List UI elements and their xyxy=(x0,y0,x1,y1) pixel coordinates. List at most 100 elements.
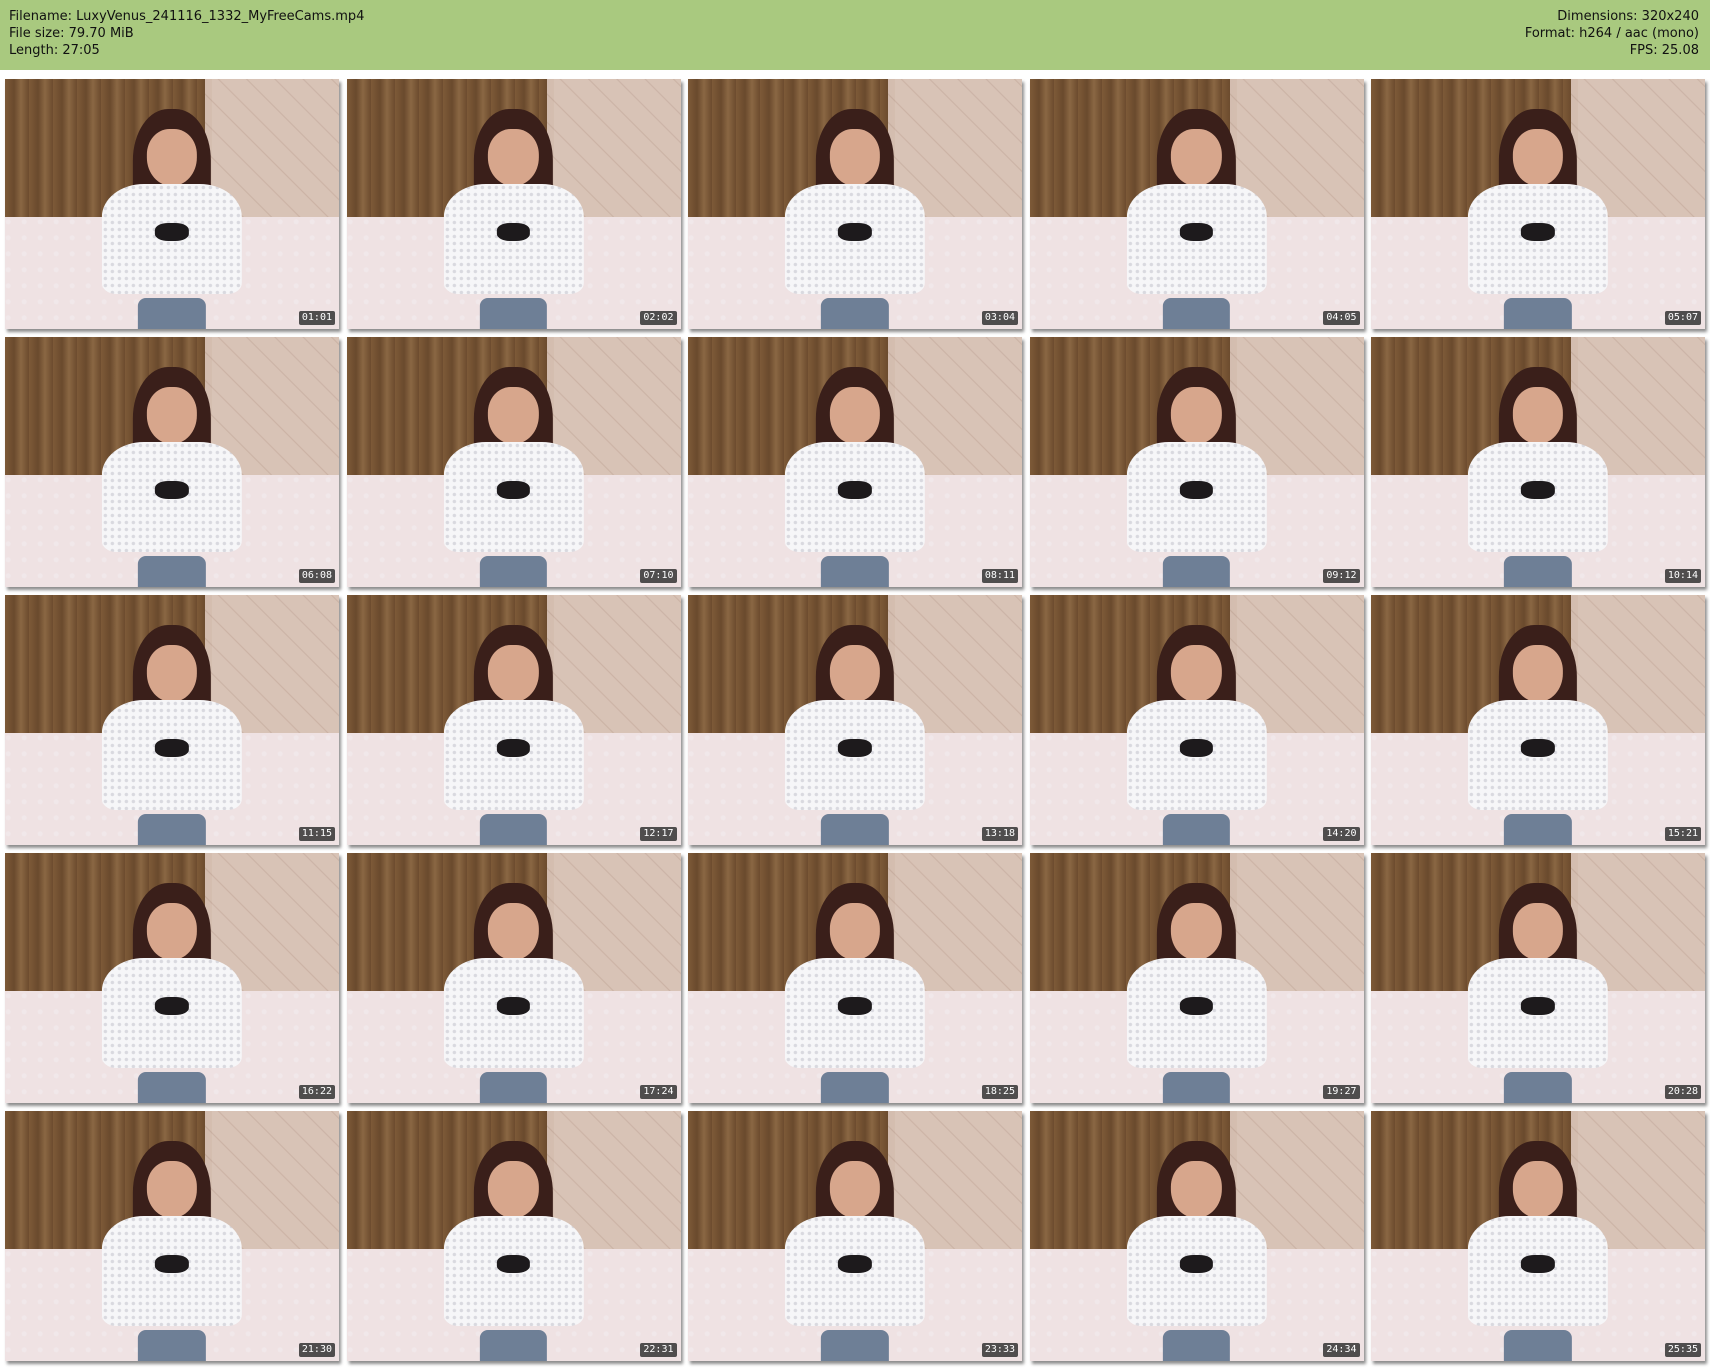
person-figure xyxy=(1126,367,1267,587)
figure-bra xyxy=(155,739,189,757)
person-figure xyxy=(101,883,243,1103)
video-thumbnail: 22:31 xyxy=(346,1111,681,1361)
figure-shorts xyxy=(1162,556,1231,587)
timestamp-badge: 14:20 xyxy=(1323,827,1360,841)
info-header: Filename: LuxyVenus_241116_1332_MyFreeCa… xyxy=(0,0,1710,70)
file-size-label: File size: 79.70 MiB xyxy=(9,26,134,41)
video-thumbnail: 03:04 xyxy=(688,79,1022,329)
figure-face xyxy=(488,644,539,702)
figure-bra xyxy=(155,1255,189,1273)
video-thumbnail: 05:07 xyxy=(1371,79,1705,329)
timestamp-badge: 11:15 xyxy=(298,827,335,841)
timestamp-badge: 05:07 xyxy=(1664,311,1701,325)
person-figure xyxy=(1467,883,1609,1103)
video-thumbnail: 20:28 xyxy=(1371,853,1705,1103)
timestamp-badge: 02:02 xyxy=(640,311,677,325)
figure-face xyxy=(1512,902,1564,960)
thumbnail-grid: 01:01 02:02 03:04 04:05 05:07 06:08 07:10 08:11… xyxy=(5,79,1705,1361)
video-thumbnail: 04:05 xyxy=(1029,79,1364,329)
person-figure xyxy=(1126,883,1267,1103)
figure-face xyxy=(146,1160,198,1218)
figure-bra xyxy=(155,481,189,499)
video-thumbnail: 25:35 xyxy=(1371,1111,1705,1361)
person-figure xyxy=(443,367,584,587)
video-thumbnail: 13:18 xyxy=(688,595,1022,845)
person-figure xyxy=(784,625,926,845)
person-figure xyxy=(101,1141,243,1361)
figure-shorts xyxy=(479,298,548,329)
figure-shorts xyxy=(1504,1330,1572,1361)
person-figure xyxy=(443,625,584,845)
figure-face xyxy=(829,1160,881,1218)
timestamp-badge: 25:35 xyxy=(1664,1343,1701,1357)
file-info: Filename: LuxyVenus_241116_1332_MyFreeCa… xyxy=(9,8,364,59)
figure-face xyxy=(146,386,198,444)
video-thumbnail: 18:25 xyxy=(688,853,1022,1103)
person-figure xyxy=(784,109,926,329)
video-thumbnail: 06:08 xyxy=(5,337,339,587)
figure-bra xyxy=(838,739,872,757)
figure-face xyxy=(1171,386,1222,444)
figure-bra xyxy=(838,997,872,1015)
person-figure xyxy=(1126,625,1267,845)
figure-shorts xyxy=(1162,1330,1231,1361)
figure-shorts xyxy=(479,556,548,587)
dimensions-label: Dimensions: 320x240 xyxy=(1557,9,1699,24)
timestamp-badge: 18:25 xyxy=(981,1085,1018,1099)
figure-bra xyxy=(838,1255,872,1273)
figure-shorts xyxy=(138,1072,206,1103)
figure-bra xyxy=(838,223,872,241)
figure-shorts xyxy=(821,1330,889,1361)
video-info: Dimensions: 320x240 Format: h264 / aac (… xyxy=(1525,8,1699,59)
figure-shorts xyxy=(138,814,206,845)
figure-bra xyxy=(496,997,531,1015)
timestamp-badge: 06:08 xyxy=(298,569,335,583)
figure-shorts xyxy=(1162,1072,1231,1103)
figure-bra xyxy=(155,997,189,1015)
figure-bra xyxy=(1179,481,1214,499)
figure-shorts xyxy=(1162,298,1231,329)
figure-shorts xyxy=(138,1330,206,1361)
person-figure xyxy=(101,109,243,329)
video-thumbnail: 17:24 xyxy=(346,853,681,1103)
figure-shorts xyxy=(1162,814,1231,845)
figure-bra xyxy=(1179,997,1214,1015)
person-figure xyxy=(443,883,584,1103)
timestamp-badge: 16:22 xyxy=(298,1085,335,1099)
figure-bra xyxy=(496,1255,531,1273)
timestamp-badge: 21:30 xyxy=(298,1343,335,1357)
figure-face xyxy=(488,1160,539,1218)
video-thumbnail: 08:11 xyxy=(688,337,1022,587)
timestamp-badge: 24:34 xyxy=(1323,1343,1360,1357)
person-figure xyxy=(784,883,926,1103)
video-thumbnail: 21:30 xyxy=(5,1111,339,1361)
timestamp-badge: 07:10 xyxy=(640,569,677,583)
figure-face xyxy=(1171,1160,1222,1218)
person-figure xyxy=(1126,109,1267,329)
timestamp-badge: 13:18 xyxy=(981,827,1018,841)
timestamp-badge: 09:12 xyxy=(1323,569,1360,583)
fps-label: FPS: 25.08 xyxy=(1629,43,1699,58)
video-thumbnail: 10:14 xyxy=(1371,337,1705,587)
figure-bra xyxy=(496,481,531,499)
figure-face xyxy=(829,128,881,186)
figure-shorts xyxy=(479,814,548,845)
timestamp-badge: 10:14 xyxy=(1664,569,1701,583)
figure-face xyxy=(146,128,198,186)
figure-face xyxy=(1512,1160,1564,1218)
video-thumbnail: 23:33 xyxy=(688,1111,1022,1361)
timestamp-badge: 12:17 xyxy=(640,827,677,841)
length-label: Length: 27:05 xyxy=(9,43,100,58)
timestamp-badge: 22:31 xyxy=(640,1343,677,1357)
figure-face xyxy=(1171,128,1222,186)
figure-bra xyxy=(1521,481,1555,499)
figure-shorts xyxy=(821,1072,889,1103)
person-figure xyxy=(784,367,926,587)
timestamp-badge: 15:21 xyxy=(1664,827,1701,841)
timestamp-badge: 20:28 xyxy=(1664,1085,1701,1099)
timestamp-badge: 23:33 xyxy=(981,1343,1018,1357)
person-figure xyxy=(1467,109,1609,329)
figure-bra xyxy=(496,223,531,241)
timestamp-badge: 17:24 xyxy=(640,1085,677,1099)
figure-shorts xyxy=(1504,556,1572,587)
